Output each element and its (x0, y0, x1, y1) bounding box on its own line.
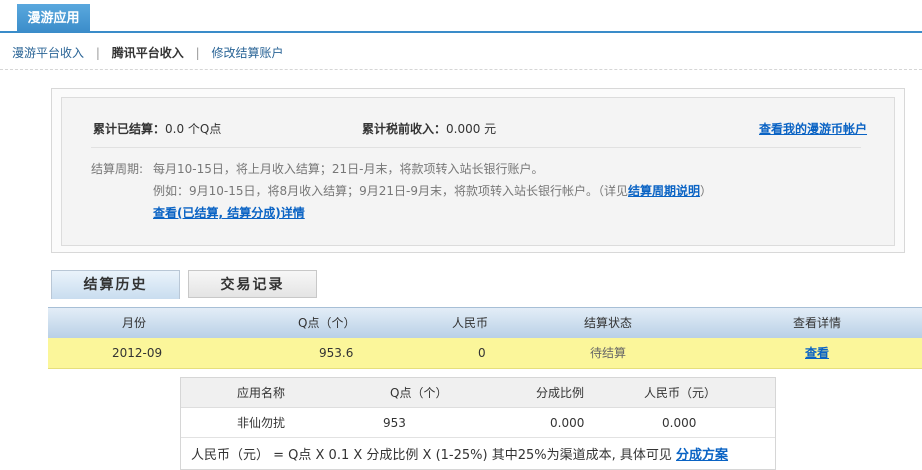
col-month: 月份 (122, 316, 147, 330)
cell-month: 2012-09 (112, 346, 163, 360)
detail-header: 应用名称 Q点（个） 分成比例 人民币（元） (181, 378, 775, 408)
app-tab[interactable]: 漫游应用 (17, 4, 90, 33)
summary-inner: 累计已结算：0.0 个Q点 累计税前收入：0.000 元 查看我的漫游币帐户 结… (61, 97, 895, 246)
detail-row: 非仙勿扰 953 0.000 0.000 (181, 408, 775, 438)
detail-panel: 应用名称 Q点（个） 分成比例 人民币（元） 非仙勿扰 953 0.000 0.… (180, 377, 776, 470)
period-line-2-suffix: ） (700, 184, 713, 198)
tab-transaction-records[interactable]: 交易记录 (188, 270, 317, 298)
col-qpoints: Q点（个） (298, 316, 356, 330)
cell-rmb: 0 (478, 346, 486, 360)
nav-separator: | (95, 46, 100, 60)
nav-roaming-income[interactable]: 漫游平台收入 (12, 46, 84, 60)
detail-ratio: 0.000 (550, 416, 585, 430)
detail-app-name: 非仙勿扰 (237, 416, 286, 430)
detail-col-ratio: 分成比例 (536, 386, 585, 400)
tab-settlement-history[interactable]: 结算历史 (51, 270, 180, 299)
settled-total: 累计已结算：0.0 个Q点 (93, 120, 221, 137)
cell-qpoints: 953.6 (319, 346, 354, 360)
formula-note: 人民币（元） = Q点 X 0.1 X 分成比例 X (1-25%) 其中25%… (191, 444, 728, 463)
view-detail-link[interactable]: 查看 (805, 338, 829, 369)
cell-status: 待结算 (590, 346, 627, 360)
table-header: 月份 Q点（个） 人民币 结算状态 查看详情 (48, 307, 922, 338)
col-details: 查看详情 (793, 316, 842, 330)
settled-label: 累计已结算： (93, 122, 166, 136)
summary-panel: 累计已结算：0.0 个Q点 累计税前收入：0.000 元 查看我的漫游币帐户 结… (51, 88, 905, 253)
view-account-link[interactable]: 查看我的漫游币帐户 (759, 120, 867, 137)
top-bar: 漫游应用 (0, 0, 922, 33)
table-row: 2012-09 953.6 0 待结算 查看 (48, 338, 922, 369)
period-line-2-prefix: 例如：9月10-15日，将8月收入结算；9月21日-9月末，将款项转入站长银行帐… (153, 184, 629, 198)
pretax-value: 0.000 元 (446, 122, 497, 136)
settled-value: 0.0 个Q点 (165, 122, 222, 136)
sub-nav: 漫游平台收入 | 腾讯平台收入 | 修改结算账户 (12, 44, 283, 61)
nav-tencent-income[interactable]: 腾讯平台收入 (112, 46, 184, 60)
formula-text: 人民币（元） = Q点 X 0.1 X 分成比例 X (1-25%) 其中25%… (191, 448, 672, 463)
period-label: 结算周期: (91, 162, 144, 176)
col-rmb: 人民币 (452, 316, 489, 330)
settlement-details-link[interactable]: 查看(已结算, 结算分成)详情 (153, 204, 305, 221)
detail-qpoints: 953 (383, 416, 406, 430)
detail-col-rmb: 人民币（元） (644, 386, 717, 400)
period-line-2: 例如：9月10-15日，将8月收入结算；9月21日-9月末，将款项转入站长银行帐… (153, 182, 712, 199)
pretax-total: 累计税前收入：0.000 元 (362, 120, 496, 137)
revenue-share-link[interactable]: 分成方案 (676, 448, 728, 463)
divider (0, 69, 922, 70)
col-status: 结算状态 (584, 316, 633, 330)
summary-divider (91, 147, 861, 148)
period-line-1: 每月10-15日，将上月收入结算；21日-月末，将款项转入站长银行账户。 (153, 162, 544, 176)
detail-col-qpoints: Q点（个） (390, 386, 448, 400)
detail-rmb: 0.000 (662, 416, 697, 430)
nav-separator: | (195, 46, 200, 60)
pretax-label: 累计税前收入： (362, 122, 447, 136)
detail-col-app: 应用名称 (237, 386, 286, 400)
nav-edit-account[interactable]: 修改结算账户 (211, 46, 283, 60)
period-explain-link[interactable]: 结算周期说明 (628, 184, 700, 198)
